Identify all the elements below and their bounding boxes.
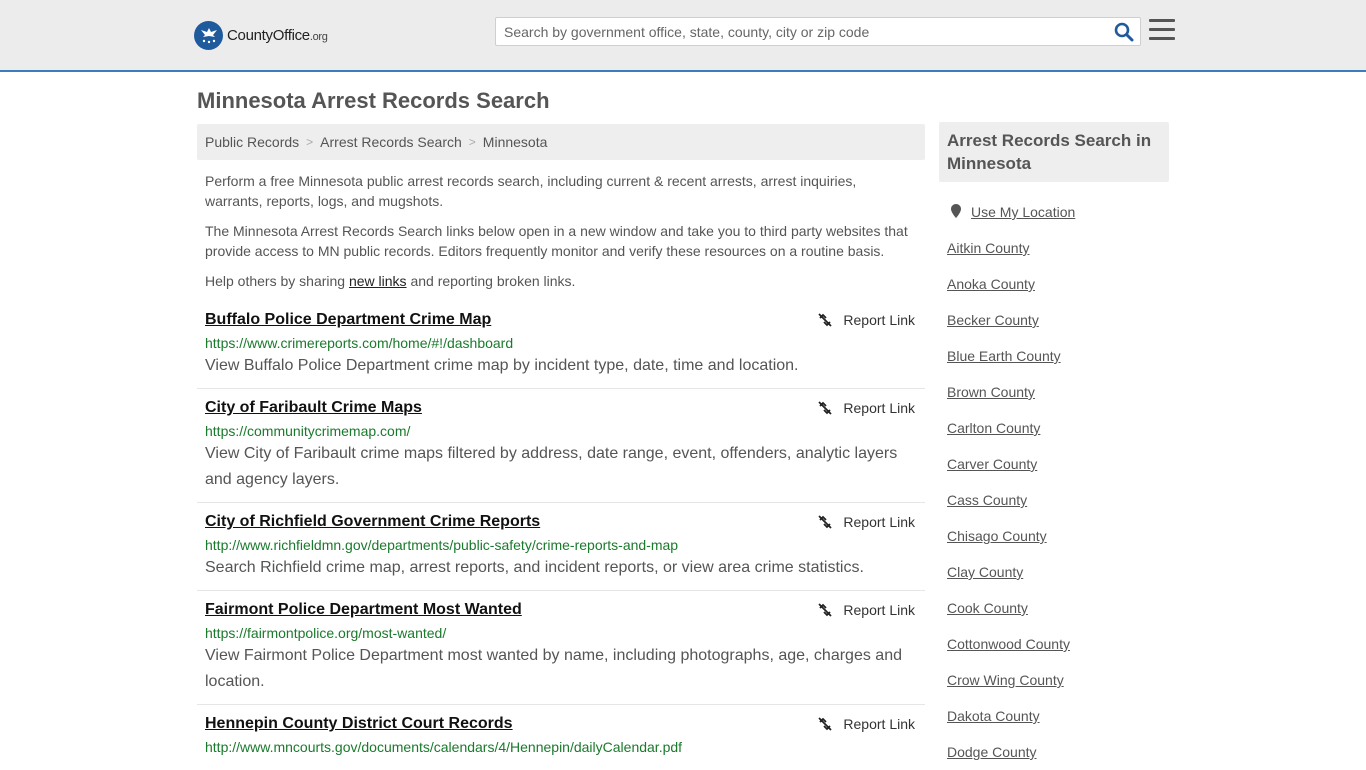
county-link-cottonwood[interactable]: Cottonwood County <box>947 636 1070 652</box>
county-list: Use My Location Aitkin County Anoka Coun… <box>939 194 1169 770</box>
report-link-button[interactable]: Report Link <box>817 716 915 732</box>
county-item: Clay County <box>947 554 1169 590</box>
map-pin-icon <box>951 203 961 221</box>
breadcrumb: Public Records > Arrest Records Search >… <box>197 124 925 160</box>
intro-paragraph-2: The Minnesota Arrest Records Search link… <box>205 223 908 259</box>
county-link-chisago[interactable]: Chisago County <box>947 528 1047 544</box>
county-link-crow-wing[interactable]: Crow Wing County <box>947 672 1064 688</box>
county-link-aitkin[interactable]: Aitkin County <box>947 240 1029 256</box>
report-link-label: Report Link <box>843 602 915 618</box>
county-link-cass[interactable]: Cass County <box>947 492 1027 508</box>
result-url[interactable]: http://www.richfieldmn.gov/departments/p… <box>205 536 917 554</box>
county-link-becker[interactable]: Becker County <box>947 312 1039 328</box>
intro-help-text-end: and reporting broken links. <box>406 273 576 289</box>
result-url[interactable]: http://www.mncourts.gov/documents/calend… <box>205 738 917 756</box>
county-link-blue-earth[interactable]: Blue Earth County <box>947 348 1061 364</box>
intro-paragraph-1: Perform a free Minnesota public arrest r… <box>205 173 857 209</box>
county-item: Dakota County <box>947 698 1169 734</box>
county-item: Aitkin County <box>947 230 1169 266</box>
search-button[interactable] <box>1114 22 1134 42</box>
county-link-carlton[interactable]: Carlton County <box>947 420 1040 436</box>
breadcrumb-minnesota: Minnesota <box>482 134 548 150</box>
broken-link-icon <box>818 401 833 415</box>
county-link-brown[interactable]: Brown County <box>947 384 1035 400</box>
site-logo[interactable]: CountyOffice.org <box>194 20 328 50</box>
county-link-anoka[interactable]: Anoka County <box>947 276 1035 292</box>
result-url[interactable]: https://fairmontpolice.org/most-wanted/ <box>205 624 917 642</box>
report-link-button[interactable]: Report Link <box>817 312 915 328</box>
county-item: Carlton County <box>947 410 1169 446</box>
county-item: Crow Wing County <box>947 662 1169 698</box>
broken-link-icon <box>818 717 833 731</box>
search-box <box>495 17 1141 46</box>
county-item: Cook County <box>947 590 1169 626</box>
report-link-label: Report Link <box>843 716 915 732</box>
breadcrumb-separator: > <box>468 135 476 149</box>
county-link-carver[interactable]: Carver County <box>947 456 1037 472</box>
result-item: Fairmont Police Department Most Wanted R… <box>197 591 925 705</box>
report-link-button[interactable]: Report Link <box>817 602 915 618</box>
result-description: View Buffalo Police Department crime map… <box>205 357 799 374</box>
results-list: Buffalo Police Department Crime Map Repo… <box>197 301 925 765</box>
report-link-button[interactable]: Report Link <box>817 514 915 530</box>
county-link-clay[interactable]: Clay County <box>947 564 1023 580</box>
broken-link-icon <box>818 515 833 529</box>
county-item: Blue Earth County <box>947 338 1169 374</box>
logo-text-office: Office <box>272 26 310 44</box>
result-title-link[interactable]: Fairmont Police Department Most Wanted <box>205 600 522 620</box>
result-title-link[interactable]: Hennepin County District Court Records <box>205 714 513 734</box>
page-title: Minnesota Arrest Records Search <box>197 88 550 113</box>
use-my-location-item: Use My Location <box>947 194 1169 230</box>
county-item: Anoka County <box>947 266 1169 302</box>
broken-link-icon <box>818 603 833 617</box>
sidebar-heading: Arrest Records Search in Minnesota <box>939 122 1169 182</box>
county-item: Becker County <box>947 302 1169 338</box>
result-title-link[interactable]: City of Richfield Government Crime Repor… <box>205 512 540 532</box>
county-link-dodge[interactable]: Dodge County <box>947 744 1037 760</box>
use-my-location-link[interactable]: Use My Location <box>971 204 1075 220</box>
intro-paragraph-3: Help others by sharing new links and rep… <box>205 271 917 291</box>
result-title-link[interactable]: City of Faribault Crime Maps <box>205 398 422 418</box>
result-url[interactable]: https://communitycrimemap.com/ <box>205 422 917 440</box>
result-description: Search Richfield crime map, arrest repor… <box>205 559 864 576</box>
search-icon <box>1114 22 1134 42</box>
eagle-seal-icon <box>194 20 223 50</box>
report-link-button[interactable]: Report Link <box>817 400 915 416</box>
breadcrumb-arrest-records-search[interactable]: Arrest Records Search <box>320 134 462 150</box>
search-input[interactable] <box>496 18 1106 45</box>
intro-help-text: Help others by sharing <box>205 273 349 289</box>
result-description: View Fairmont Police Department most wan… <box>205 647 902 690</box>
site-header: CountyOffice.org <box>0 0 1366 72</box>
county-link-cook[interactable]: Cook County <box>947 600 1028 616</box>
result-item: Buffalo Police Department Crime Map Repo… <box>197 301 925 389</box>
report-link-label: Report Link <box>843 400 915 416</box>
intro-text: Perform a free Minnesota public arrest r… <box>205 171 917 301</box>
county-item: Brown County <box>947 374 1169 410</box>
logo-text-org: .org <box>309 30 328 43</box>
county-item: Carver County <box>947 446 1169 482</box>
logo-text-county: County <box>227 26 273 44</box>
county-item: Chisago County <box>947 518 1169 554</box>
county-link-dakota[interactable]: Dakota County <box>947 708 1040 724</box>
breadcrumb-public-records[interactable]: Public Records <box>205 134 299 150</box>
result-item: City of Faribault Crime Maps Report Link… <box>197 389 925 503</box>
result-title-link[interactable]: Buffalo Police Department Crime Map <box>205 310 491 330</box>
county-item: Dodge County <box>947 734 1169 770</box>
sidebar: Arrest Records Search in Minnesota Use M… <box>939 122 1169 770</box>
new-links-link[interactable]: new links <box>349 273 407 289</box>
county-item: Cass County <box>947 482 1169 518</box>
report-link-label: Report Link <box>843 312 915 328</box>
result-item: Hennepin County District Court Records R… <box>197 705 925 765</box>
broken-link-icon <box>818 313 833 327</box>
logo-text: CountyOffice.org <box>227 27 328 44</box>
report-link-label: Report Link <box>843 514 915 530</box>
result-url[interactable]: https://www.crimereports.com/home/#!/das… <box>205 334 917 352</box>
result-item: City of Richfield Government Crime Repor… <box>197 503 925 591</box>
breadcrumb-separator: > <box>306 135 314 149</box>
hamburger-menu-icon[interactable] <box>1149 19 1175 41</box>
county-item: Cottonwood County <box>947 626 1169 662</box>
result-description: View City of Faribault crime maps filter… <box>205 445 898 488</box>
